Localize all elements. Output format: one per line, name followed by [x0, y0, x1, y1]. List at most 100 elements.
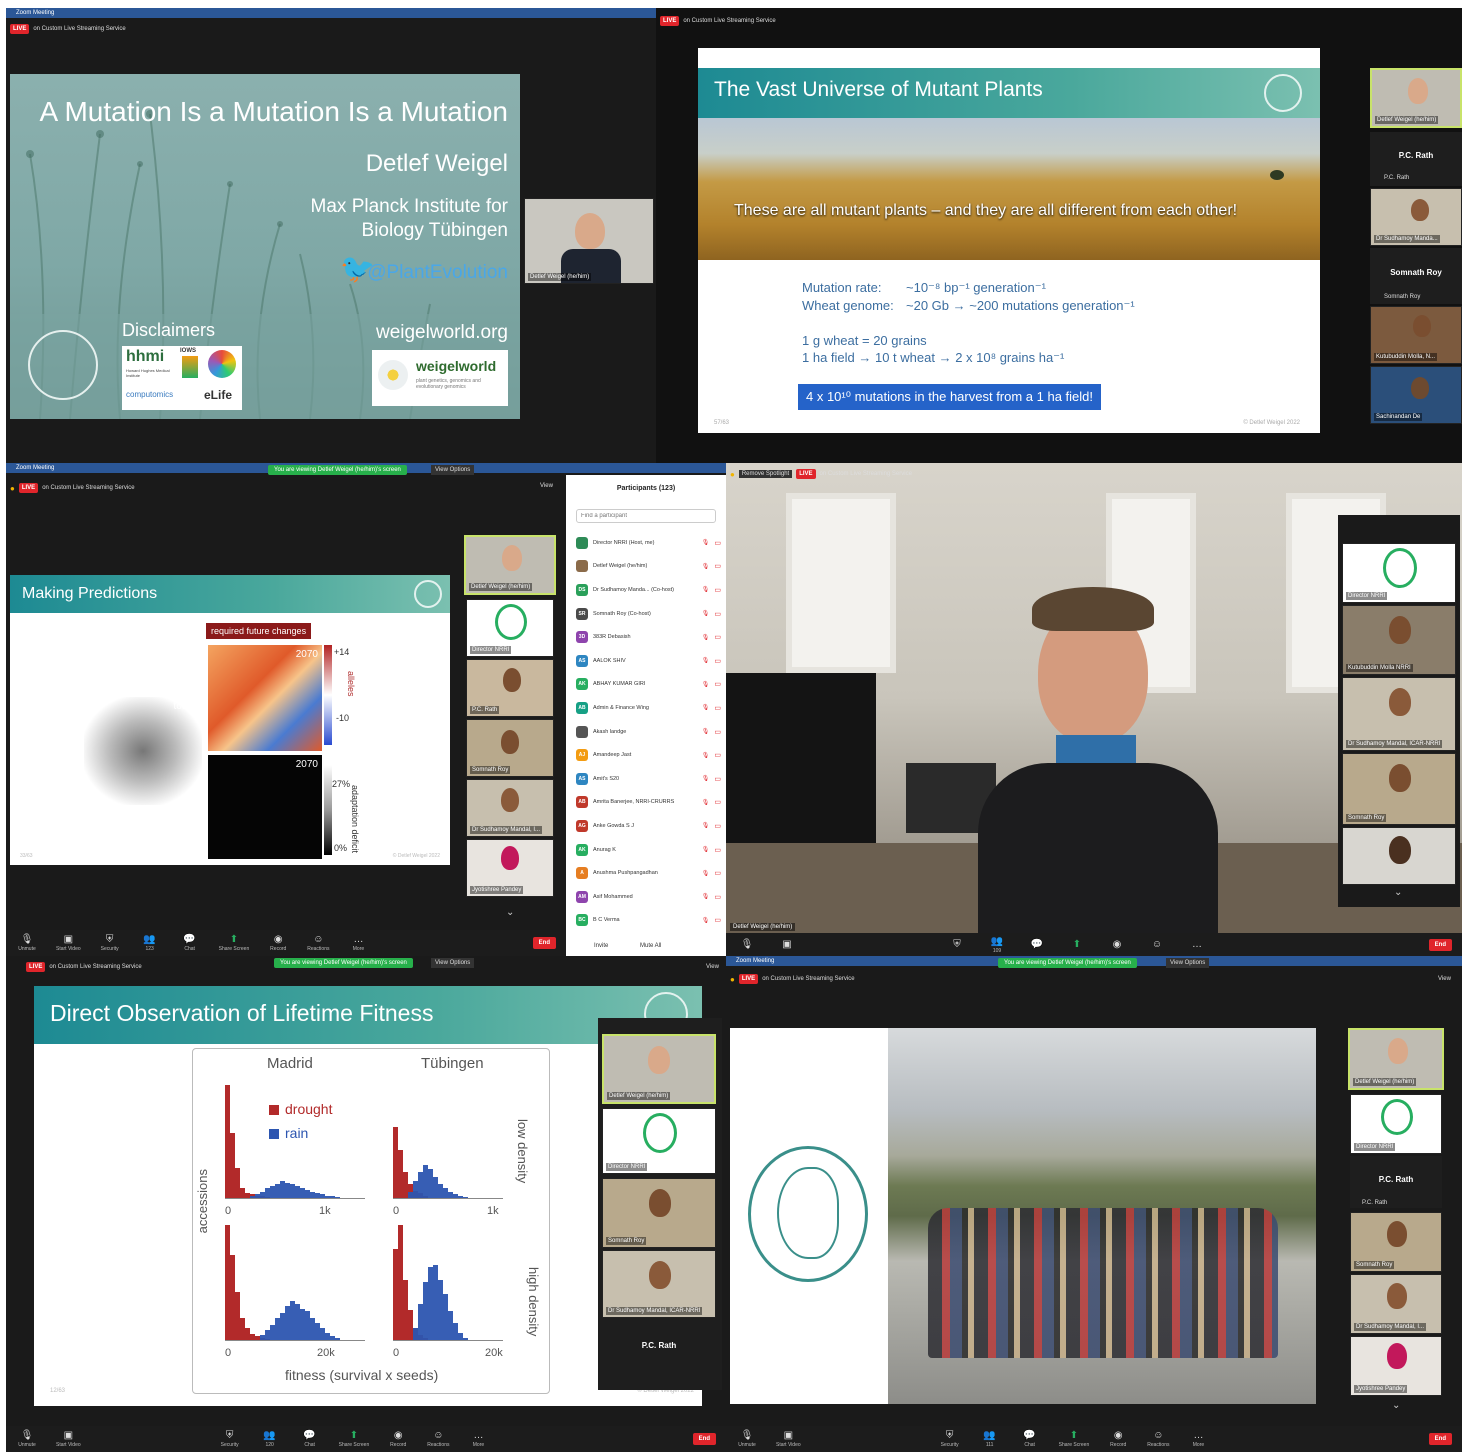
video-off-icon[interactable]: ▭ — [714, 539, 721, 547]
live-badge[interactable]: LIVE — [738, 974, 759, 984]
video-tile-somnath[interactable]: Somnath Roy — [1350, 1212, 1442, 1272]
chat-button[interactable]: 💬 Chat — [1019, 1430, 1041, 1448]
participant-row[interactable]: AM Asif Mohammed 🎙 ▭ — [576, 885, 721, 909]
live-badge[interactable]: LIVE — [18, 483, 39, 493]
mic-muted-icon[interactable]: 🎙 — [702, 752, 710, 759]
more-button[interactable]: … More — [347, 934, 369, 952]
video-tile-detlef[interactable]: Detlef Weigel (he/him) — [1370, 68, 1462, 128]
more-button[interactable]: … More — [1187, 1430, 1209, 1448]
live-bar[interactable]: ● Remove Spotlight LIVE on Custom Live S… — [730, 467, 912, 481]
participant-row[interactable]: AB Amrita Banerjee, NRRI-CRURRS 🎙 ▭ — [576, 791, 721, 815]
video-tile-detlef[interactable]: Detlef Weigel (he/him) — [1348, 1028, 1444, 1090]
video-off-icon[interactable]: ▭ — [714, 822, 721, 830]
mic-muted-icon[interactable]: 🎙 — [702, 728, 710, 735]
video-off-icon[interactable]: ▭ — [714, 846, 721, 854]
mic-muted-icon[interactable]: 🎙 — [702, 681, 710, 688]
video-tile-somnath[interactable]: Somnath Roy — [602, 1178, 716, 1248]
view-button[interactable]: View — [540, 483, 553, 489]
participants-button[interactable]: 👥 109 — [986, 936, 1008, 954]
video-tile-somnath[interactable]: Somnath Roy — [466, 719, 554, 777]
video-tile-sachinandan[interactable]: Sachinandan De — [1370, 366, 1462, 424]
participant-row[interactable]: A Anushma Pushpangadhan 🎙 ▭ — [576, 861, 721, 885]
video-tile-detlef[interactable]: Detlef Weigel (he/him) — [524, 198, 654, 284]
video-off-icon[interactable]: ▭ — [714, 704, 721, 712]
security-button[interactable]: ⛨ Security — [219, 1430, 241, 1448]
video-tile-detlef[interactable]: Detlef Weigel (he/him) — [602, 1034, 716, 1104]
participant-row[interactable]: AG Anke Gowda S J 🎙 ▭ — [576, 814, 721, 838]
shield-icon[interactable]: ● — [730, 470, 735, 479]
name-card-pc-rath[interactable]: P.C. Rath — [602, 1322, 716, 1372]
live-bar[interactable]: ● LIVE on Custom Live Streaming Service — [730, 972, 855, 986]
participant-row[interactable]: DS Dr Sudhamoy Manda... (Co-host) 🎙 ▭ — [576, 578, 721, 602]
mic-muted-icon[interactable]: 🎙 — [702, 870, 710, 877]
mic-muted-icon[interactable]: 🎙 — [702, 775, 710, 782]
video-off-icon[interactable]: ▭ — [714, 869, 721, 877]
mic-muted-icon[interactable]: 🎙 — [702, 539, 710, 546]
share-screen-button[interactable]: ⬆ Share Screen — [1059, 1430, 1090, 1448]
video-tile-director[interactable]: Director NRRI — [602, 1108, 716, 1174]
reactions-button[interactable]: ☺ — [1146, 939, 1168, 951]
live-badge[interactable]: LIVE — [26, 962, 46, 972]
chat-button[interactable]: 💬 — [1026, 939, 1048, 951]
live-bar[interactable]: LIVE on Custom Live Streaming Service — [660, 14, 776, 28]
reactions-button[interactable]: ☺ Reactions — [307, 934, 329, 952]
participant-search-input[interactable] — [576, 509, 716, 523]
mic-muted-icon[interactable]: 🎙 — [702, 657, 710, 664]
start-video-button[interactable]: ▣ — [776, 939, 798, 951]
end-button[interactable]: End — [692, 1433, 716, 1445]
record-button[interactable]: ◉ Record — [1107, 1430, 1129, 1448]
live-bar[interactable]: LIVE on Custom Live Streaming Service — [10, 22, 126, 36]
end-button[interactable]: End — [532, 937, 556, 949]
chat-button[interactable]: 💬 Chat — [299, 1430, 321, 1448]
remove-spotlight-button[interactable]: Remove Spotlight — [738, 470, 793, 478]
participants-button[interactable]: 👥 120 — [259, 1430, 281, 1448]
video-off-icon[interactable]: ▭ — [714, 798, 721, 806]
scroll-down-icon[interactable]: ⌄ — [506, 907, 514, 918]
mic-muted-icon[interactable]: 🎙 — [702, 822, 710, 829]
record-button[interactable]: ◉ — [1106, 939, 1128, 951]
video-tile-director[interactable]: Director NRRI — [1342, 543, 1456, 603]
record-button[interactable]: ◉ Record — [387, 1430, 409, 1448]
video-off-icon[interactable]: ▭ — [714, 610, 721, 618]
end-button[interactable]: End — [1428, 1433, 1452, 1445]
video-tile-jyotishree[interactable]: Jyotishree Pandey — [1350, 1336, 1442, 1396]
end-button[interactable]: End — [1428, 938, 1452, 951]
more-button[interactable]: … More — [467, 1430, 489, 1448]
video-off-icon[interactable]: ▭ — [714, 751, 721, 759]
security-button[interactable]: ⛨ — [946, 939, 968, 951]
video-tile-sudhamoy[interactable]: Dr Sudhamoy Mandal, I... — [1350, 1274, 1442, 1334]
participant-row[interactable]: AK ABHAY KUMAR GIRI 🎙 ▭ — [576, 673, 721, 697]
mic-muted-icon[interactable]: 🎙 — [702, 799, 710, 806]
participants-button[interactable]: 👥 111 — [979, 1430, 1001, 1448]
record-button[interactable]: ◉ Record — [267, 934, 289, 952]
participant-row[interactable]: AK Anurag K 🎙 ▭ — [576, 838, 721, 862]
mic-muted-icon[interactable]: 🎙 — [702, 586, 710, 593]
mic-muted-icon[interactable]: 🎙 — [702, 634, 710, 641]
video-off-icon[interactable]: ▭ — [714, 586, 721, 594]
video-tile-pc-rath[interactable]: P.C. Rath — [466, 659, 554, 717]
mic-muted-icon[interactable]: 🎙 — [702, 610, 710, 617]
security-button[interactable]: ⛨ Security — [939, 1430, 961, 1448]
mute-all-button[interactable]: Mute All — [640, 943, 661, 949]
scroll-down-icon[interactable]: ⌄ — [1394, 887, 1402, 898]
participant-row[interactable]: AB Admin & Finance Wing 🎙 ▭ — [576, 696, 721, 720]
view-button[interactable]: View — [706, 964, 719, 970]
participant-row[interactable]: 3D 383R Debasish 🎙 ▭ — [576, 625, 721, 649]
stream-service[interactable]: on Custom Live Streaming Service — [42, 485, 134, 491]
view-options-button[interactable]: View Options — [1166, 958, 1210, 968]
participant-row[interactable]: Director NRRI (Host, me) 🎙 ▭ — [576, 531, 721, 555]
video-off-icon[interactable]: ▭ — [714, 657, 721, 665]
stream-service[interactable]: on Custom Live Streaming Service — [683, 18, 775, 24]
mic-muted-icon[interactable]: 🎙 — [702, 917, 710, 924]
share-screen-button[interactable]: ⬆ Share Screen — [339, 1430, 370, 1448]
mic-muted-icon[interactable]: 🎙 — [702, 846, 710, 853]
participant-row[interactable]: AS Amit's S20 🎙 ▭ — [576, 767, 721, 791]
scroll-down-icon[interactable]: ⌄ — [1392, 1400, 1400, 1411]
reactions-button[interactable]: ☺ Reactions — [1147, 1430, 1169, 1448]
start-video-button[interactable]: ▣ Start Video — [56, 1430, 81, 1448]
security-button[interactable]: ⛨ Security — [99, 934, 121, 952]
participant-row[interactable]: Akash landge 🎙 ▭ — [576, 720, 721, 744]
video-tile-detlef[interactable]: Detlef Weigel (he/him) — [464, 535, 556, 595]
video-tile-somnath[interactable]: Somnath Roy — [1342, 753, 1456, 825]
share-screen-button[interactable]: ⬆ — [1066, 939, 1088, 951]
